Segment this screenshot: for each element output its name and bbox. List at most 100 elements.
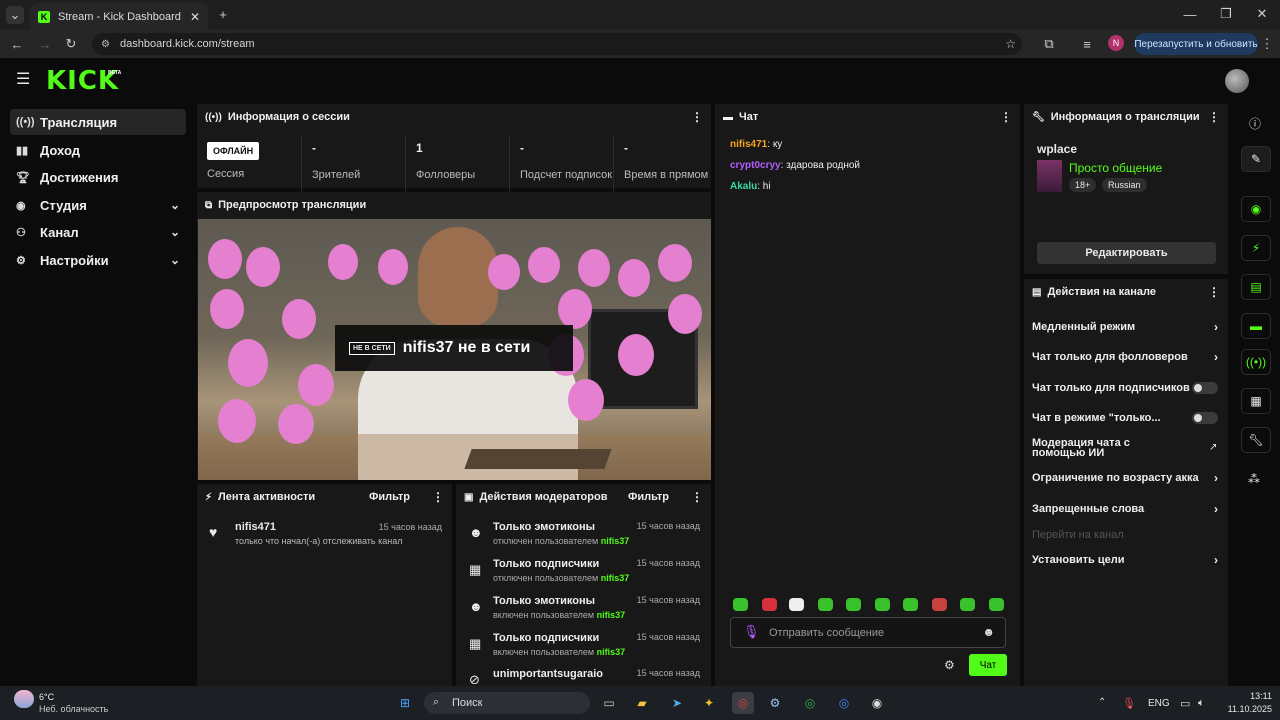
mod-filter-button[interactable]: Фильтр: [628, 491, 669, 503]
activity-user[interactable]: nifis471: [235, 521, 276, 533]
chat-input-placeholder: Отправить сообщение: [769, 626, 885, 639]
more-options-icon[interactable]: ⋮: [691, 110, 703, 124]
broadcast-rail-icon[interactable]: ((•)): [1241, 349, 1271, 375]
close-tab-icon[interactable]: ✕: [190, 10, 200, 24]
subscribers-only-toggle[interactable]: [1192, 382, 1218, 394]
more-options-icon[interactable]: ⋮: [1000, 110, 1012, 124]
telegram-icon[interactable]: ➤: [666, 692, 688, 714]
reading-list-icon[interactable]: ≡: [1078, 35, 1096, 53]
language-indicator[interactable]: ENG: [1148, 698, 1170, 709]
sidebar-item-settings[interactable]: ⚙ Настройки ⌄: [10, 247, 186, 273]
microphone-icon[interactable]: 🎙︎: [743, 624, 760, 640]
ai-moderation-action[interactable]: Модерация чата с помощью ИИ: [1032, 438, 1182, 459]
banned-words-action[interactable]: Запрещенные слова ›: [1032, 502, 1220, 516]
close-window-icon[interactable]: ✕: [1252, 5, 1272, 23]
wrench-rail-icon[interactable]: 🔧︎: [1241, 427, 1271, 453]
document-rail-icon[interactable]: ▤: [1241, 274, 1271, 300]
studio-rail-icon[interactable]: ◉: [1241, 196, 1271, 222]
chat-settings-icon[interactable]: ⚙: [944, 658, 955, 672]
emote-icon[interactable]: [875, 598, 890, 611]
info-icon[interactable]: ⓘ: [1249, 115, 1261, 132]
emoji-picker-icon[interactable]: ☻: [982, 625, 995, 639]
bolt-rail-icon[interactable]: ⚡︎: [1241, 235, 1271, 261]
chat-message: nifis471: ку: [730, 139, 783, 150]
edit-pencil-icon[interactable]: ✎: [1241, 146, 1271, 172]
chat-username[interactable]: crypt0cryy: [730, 160, 781, 171]
file-explorer-icon[interactable]: ▰: [631, 692, 653, 714]
send-chat-button[interactable]: Чат: [969, 654, 1007, 676]
sidebar-item-achievements[interactable]: 🏆︎ Достижения: [10, 164, 186, 190]
url-bar[interactable]: ⚙ dashboard.kick.com/stream ☆: [92, 33, 1022, 55]
chrome-profile-icon[interactable]: ◎: [833, 692, 855, 714]
emote-icon[interactable]: [789, 598, 804, 611]
more-options-icon[interactable]: ⋮: [1208, 285, 1220, 299]
emote-icon[interactable]: [903, 598, 918, 611]
forward-icon[interactable]: →: [36, 35, 54, 53]
emote-icon[interactable]: [960, 598, 975, 611]
obs-icon[interactable]: ◉: [866, 692, 888, 714]
new-tab-icon[interactable]: +: [214, 5, 232, 23]
set-goals-action[interactable]: Установить цели ›: [1032, 553, 1220, 567]
sidebar-item-channel[interactable]: ⚇ Канал ⌄: [10, 219, 186, 245]
user-avatar[interactable]: [1225, 69, 1249, 93]
clock-time[interactable]: 13:11: [1222, 691, 1272, 701]
site-info-icon[interactable]: ⚙: [101, 39, 110, 50]
chat-username[interactable]: Akalu: [730, 181, 757, 192]
bookmark-star-icon[interactable]: ☆: [1005, 37, 1016, 51]
emote-icon[interactable]: [733, 598, 748, 611]
more-options-icon[interactable]: ⋮: [691, 490, 703, 504]
weather-desc: Неб. облачность: [39, 704, 109, 714]
emote-icon[interactable]: [932, 598, 947, 611]
network-icon[interactable]: ▭: [1180, 697, 1190, 710]
layout-rail-icon[interactable]: ▦: [1241, 388, 1271, 414]
steam-icon[interactable]: ⚙: [764, 692, 786, 714]
chrome-profile-icon[interactable]: ◎: [799, 692, 821, 714]
taskbar-search[interactable]: ⌕ Поиск: [424, 692, 590, 714]
app-icon[interactable]: ✦: [698, 692, 720, 714]
emote-icon[interactable]: [818, 598, 833, 611]
sidebar-item-label: Канал: [40, 224, 79, 240]
emote-icon[interactable]: [989, 598, 1004, 611]
volume-icon[interactable]: 🔈︎: [1198, 697, 1205, 710]
more-options-icon[interactable]: ⋮: [1208, 110, 1220, 124]
sidebar-item-studio[interactable]: ◉ Студия ⌄: [10, 192, 186, 218]
tray-overflow-icon[interactable]: ⌃: [1098, 697, 1106, 708]
browser-tab[interactable]: K Stream - Kick Dashboard ✕: [30, 3, 208, 30]
hamburger-menu-icon[interactable]: ☰: [16, 72, 32, 88]
profile-avatar[interactable]: N: [1108, 35, 1124, 51]
emote-only-toggle[interactable]: [1192, 412, 1218, 424]
sidebar-item-revenue[interactable]: ▮▮ Доход: [10, 137, 186, 163]
followers-only-action[interactable]: Чат только для фолловеров ›: [1032, 350, 1220, 364]
chrome-icon[interactable]: ◎: [732, 692, 754, 714]
sidebar-item-stream[interactable]: ((•)) Трансляция: [10, 109, 186, 135]
weather-icon[interactable]: [14, 690, 34, 708]
tab-search-icon[interactable]: ⌄: [6, 6, 24, 24]
chevron-down-icon: ⌄: [169, 198, 180, 212]
clock-date[interactable]: 11.10.2025: [1218, 704, 1272, 714]
minimize-icon[interactable]: —: [1180, 5, 1200, 23]
offline-badge: НЕ В СЕТИ: [349, 341, 395, 355]
task-view-icon[interactable]: ▭: [598, 692, 620, 714]
stream-category[interactable]: Просто общение: [1069, 161, 1162, 175]
reload-icon[interactable]: ↻: [62, 35, 80, 53]
layout-toggle-icon[interactable]: ⁂: [1248, 472, 1260, 486]
chat-rail-icon[interactable]: ▬: [1241, 313, 1271, 339]
activity-filter-button[interactable]: Фильтр: [369, 491, 410, 503]
windows-start-icon[interactable]: ⊞: [394, 692, 416, 714]
followers-stat: 1 Фолловеры: [405, 136, 509, 192]
slow-mode-action[interactable]: Медленный режим ›: [1032, 320, 1220, 334]
microphone-tray-icon[interactable]: 🎙︎: [1122, 697, 1136, 710]
external-link-icon[interactable]: ↗: [1209, 442, 1217, 453]
chat-username[interactable]: nifis471: [730, 139, 767, 150]
relaunch-update-button[interactable]: Перезапустить и обновить: [1134, 33, 1258, 55]
maximize-icon[interactable]: ❐: [1216, 5, 1236, 23]
browser-menu-icon[interactable]: ⋮: [1260, 35, 1274, 53]
edit-stream-button[interactable]: Редактировать: [1037, 242, 1216, 264]
emote-icon[interactable]: [846, 598, 861, 611]
age-restriction-action[interactable]: Ограничение по возрасту акка ›: [1032, 472, 1220, 484]
extensions-icon[interactable]: ⧉: [1040, 35, 1058, 53]
back-icon[interactable]: ←: [8, 35, 26, 53]
more-options-icon[interactable]: ⋮: [432, 490, 444, 504]
chat-message-input[interactable]: 🎙︎ Отправить сообщение ☻: [730, 617, 1006, 648]
emote-icon[interactable]: [762, 598, 777, 611]
